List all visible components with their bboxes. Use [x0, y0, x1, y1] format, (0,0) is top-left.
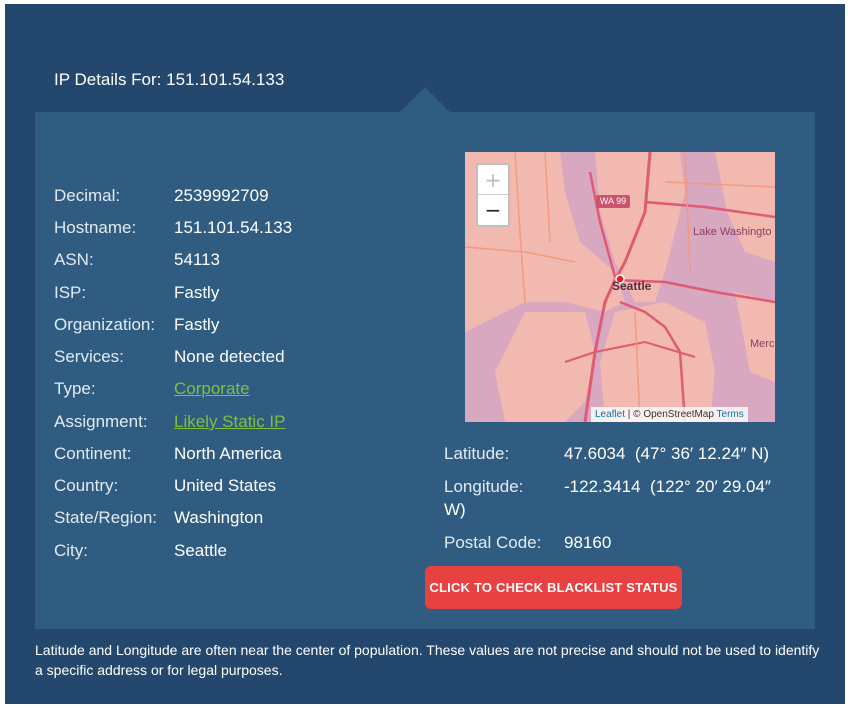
- map-attribution: Leaflet | © OpenStreetMap Terms: [591, 407, 748, 422]
- country-value: United States: [174, 476, 277, 495]
- location-map[interactable]: WA 99 Lake Washingto Seattle Merc: [465, 152, 775, 422]
- map-label-mercer: Merc: [750, 338, 775, 350]
- zoom-out-button[interactable]: −: [478, 195, 508, 224]
- latitude-value: 47.6034 (47° 36′ 12.24″ N): [564, 444, 770, 463]
- isp-value: Fastly: [174, 283, 220, 302]
- map-label-route: WA 99: [599, 196, 627, 206]
- services-value: None detected: [174, 347, 285, 366]
- check-blacklist-button[interactable]: CLICK TO CHECK BLACKLIST STATUS: [425, 566, 682, 609]
- leaflet-link[interactable]: Leaflet: [595, 409, 625, 420]
- hostname-value: 151.101.54.133: [174, 218, 293, 237]
- map-zoom-control: + −: [476, 163, 510, 227]
- isp-label: ISP:: [54, 283, 87, 302]
- state-region-value: Washington: [174, 508, 264, 527]
- type-label: Type:: [54, 379, 96, 398]
- assignment-label: Assignment:: [54, 412, 148, 431]
- state-region-label: State/Region:: [54, 508, 158, 527]
- map-label-lake: Lake Washingto: [693, 226, 772, 238]
- city-value: Seattle: [174, 541, 227, 560]
- organization-value: Fastly: [174, 315, 220, 334]
- country-label: Country:: [54, 476, 119, 495]
- asn-value: 54113: [174, 250, 221, 269]
- decimal-value: 2539992709: [174, 186, 269, 205]
- latitude-label: Latitude:: [444, 444, 510, 463]
- longitude-value-cont: W): [444, 500, 466, 519]
- zoom-in-button[interactable]: +: [478, 165, 508, 195]
- continent-label: Continent:: [54, 444, 132, 463]
- city-label: City:: [54, 541, 88, 560]
- organization-label: Organization:: [54, 315, 156, 334]
- hostname-label: Hostname:: [54, 218, 137, 237]
- attribution-text: | © OpenStreetMap: [625, 409, 717, 420]
- type-link[interactable]: Corporate: [174, 379, 250, 399]
- longitude-label: Longitude:: [444, 477, 524, 496]
- map-label-city: Seattle: [612, 279, 652, 293]
- disclaimer-note: Latitude and Longitude are often near th…: [35, 642, 820, 678]
- panel-pointer: [400, 87, 450, 112]
- services-label: Services:: [54, 347, 124, 366]
- terms-link[interactable]: Terms: [717, 409, 744, 420]
- asn-label: ASN:: [54, 250, 94, 269]
- decimal-label: Decimal:: [54, 186, 121, 205]
- assignment-link[interactable]: Likely Static IP: [174, 412, 286, 432]
- postal-code-value: 98160: [564, 533, 612, 552]
- continent-value: North America: [174, 444, 282, 463]
- postal-code-label: Postal Code:: [444, 533, 542, 552]
- page-title: IP Details For: 151.101.54.133: [54, 70, 285, 89]
- longitude-value: -122.3414 (122° 20′ 29.04″: [564, 477, 771, 496]
